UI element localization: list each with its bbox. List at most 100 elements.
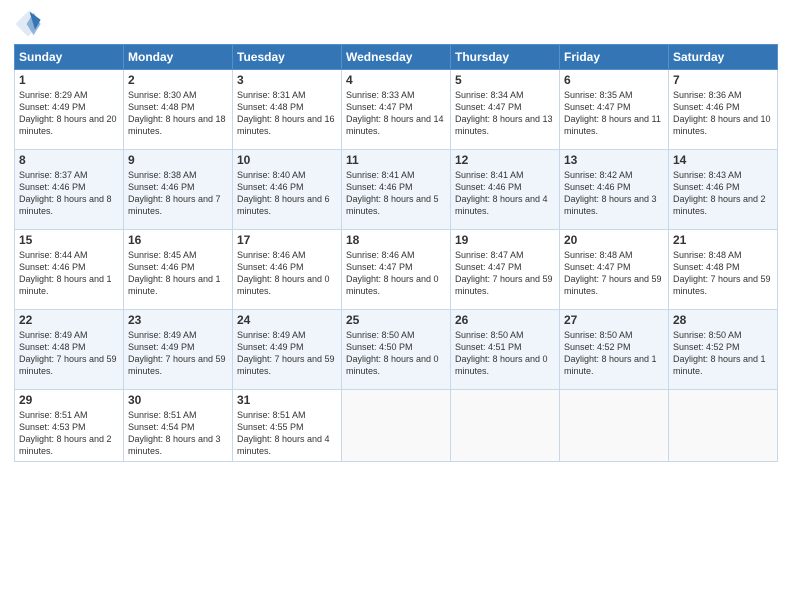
calendar-cell: 24 Sunrise: 8:49 AMSunset: 4:49 PMDayligh… [233, 310, 342, 390]
cell-info: Sunrise: 8:45 AMSunset: 4:46 PMDaylight:… [128, 249, 228, 298]
cell-info: Sunrise: 8:30 AMSunset: 4:48 PMDaylight:… [128, 89, 228, 138]
day-number: 17 [237, 233, 337, 247]
calendar-cell: 7 Sunrise: 8:36 AMSunset: 4:46 PMDaylight… [669, 70, 778, 150]
day-header-tuesday: Tuesday [233, 45, 342, 70]
calendar-cell: 23 Sunrise: 8:49 AMSunset: 4:49 PMDayligh… [124, 310, 233, 390]
calendar-cell [342, 390, 451, 462]
day-number: 12 [455, 153, 555, 167]
week-row-1: 1 Sunrise: 8:29 AMSunset: 4:49 PMDaylight… [15, 70, 778, 150]
day-header-row: SundayMondayTuesdayWednesdayThursdayFrid… [15, 45, 778, 70]
cell-info: Sunrise: 8:50 AMSunset: 4:51 PMDaylight:… [455, 329, 555, 378]
calendar-cell: 8Sunrise: 8:37 AMSunset: 4:46 PMDaylight… [15, 150, 124, 230]
week-row-2: 8Sunrise: 8:37 AMSunset: 4:46 PMDaylight… [15, 150, 778, 230]
day-number: 24 [237, 313, 337, 327]
calendar-cell: 22 Sunrise: 8:49 AMSunset: 4:48 PMDayligh… [15, 310, 124, 390]
calendar-cell: 26 Sunrise: 8:50 AMSunset: 4:51 PMDayligh… [451, 310, 560, 390]
calendar-cell: 4 Sunrise: 8:33 AMSunset: 4:47 PMDaylight… [342, 70, 451, 150]
day-number: 18 [346, 233, 446, 247]
cell-info: Sunrise: 8:50 AMSunset: 4:52 PMDaylight:… [673, 329, 773, 378]
day-number: 26 [455, 313, 555, 327]
day-number: 16 [128, 233, 228, 247]
cell-info: Sunrise: 8:51 AMSunset: 4:54 PMDaylight:… [128, 409, 228, 458]
cell-info: Sunrise: 8:42 AMSunset: 4:46 PMDaylight:… [564, 169, 664, 218]
header [14, 10, 778, 38]
week-row-4: 22 Sunrise: 8:49 AMSunset: 4:48 PMDayligh… [15, 310, 778, 390]
day-header-thursday: Thursday [451, 45, 560, 70]
day-header-saturday: Saturday [669, 45, 778, 70]
day-number: 5 [455, 73, 555, 87]
calendar-table: SundayMondayTuesdayWednesdayThursdayFrid… [14, 44, 778, 462]
day-number: 13 [564, 153, 664, 167]
calendar-cell: 29 Sunrise: 8:51 AMSunset: 4:53 PMDayligh… [15, 390, 124, 462]
day-header-monday: Monday [124, 45, 233, 70]
day-number: 25 [346, 313, 446, 327]
day-number: 2 [128, 73, 228, 87]
calendar-cell: 11 Sunrise: 8:41 AMSunset: 4:46 PMDayligh… [342, 150, 451, 230]
cell-info: Sunrise: 8:49 AMSunset: 4:49 PMDaylight:… [237, 329, 337, 378]
calendar-cell: 2 Sunrise: 8:30 AMSunset: 4:48 PMDaylight… [124, 70, 233, 150]
cell-info: Sunrise: 8:46 AMSunset: 4:46 PMDaylight:… [237, 249, 337, 298]
day-number: 31 [237, 393, 337, 407]
cell-info: Sunrise: 8:47 AMSunset: 4:47 PMDaylight:… [455, 249, 555, 298]
day-number: 30 [128, 393, 228, 407]
day-number: 6 [564, 73, 664, 87]
day-number: 4 [346, 73, 446, 87]
day-number: 28 [673, 313, 773, 327]
calendar-cell: 21 Sunrise: 8:48 AMSunset: 4:48 PMDayligh… [669, 230, 778, 310]
calendar-page: SundayMondayTuesdayWednesdayThursdayFrid… [0, 0, 792, 612]
cell-info: Sunrise: 8:33 AMSunset: 4:47 PMDaylight:… [346, 89, 446, 138]
calendar-cell: 1 Sunrise: 8:29 AMSunset: 4:49 PMDaylight… [15, 70, 124, 150]
calendar-cell: 17 Sunrise: 8:46 AMSunset: 4:46 PMDayligh… [233, 230, 342, 310]
calendar-cell: 3Sunrise: 8:31 AMSunset: 4:48 PMDaylight… [233, 70, 342, 150]
calendar-cell: 13 Sunrise: 8:42 AMSunset: 4:46 PMDayligh… [560, 150, 669, 230]
day-number: 29 [19, 393, 119, 407]
day-number: 10 [237, 153, 337, 167]
cell-info: Sunrise: 8:36 AMSunset: 4:46 PMDaylight:… [673, 89, 773, 138]
day-number: 7 [673, 73, 773, 87]
week-row-3: 15Sunrise: 8:44 AMSunset: 4:46 PMDayligh… [15, 230, 778, 310]
day-number: 23 [128, 313, 228, 327]
calendar-cell: 5 Sunrise: 8:34 AMSunset: 4:47 PMDaylight… [451, 70, 560, 150]
cell-info: Sunrise: 8:51 AMSunset: 4:55 PMDaylight:… [237, 409, 337, 458]
logo [14, 10, 46, 38]
cell-info: Sunrise: 8:51 AMSunset: 4:53 PMDaylight:… [19, 409, 119, 458]
day-header-sunday: Sunday [15, 45, 124, 70]
calendar-cell: 31 Sunrise: 8:51 AMSunset: 4:55 PMDayligh… [233, 390, 342, 462]
cell-info: Sunrise: 8:49 AMSunset: 4:48 PMDaylight:… [19, 329, 119, 378]
day-number: 14 [673, 153, 773, 167]
day-number: 27 [564, 313, 664, 327]
calendar-cell: 10 Sunrise: 8:40 AMSunset: 4:46 PMDayligh… [233, 150, 342, 230]
cell-info: Sunrise: 8:38 AMSunset: 4:46 PMDaylight:… [128, 169, 228, 218]
calendar-cell: 12Sunrise: 8:41 AMSunset: 4:46 PMDayligh… [451, 150, 560, 230]
cell-info: Sunrise: 8:48 AMSunset: 4:48 PMDaylight:… [673, 249, 773, 298]
cell-info: Sunrise: 8:40 AMSunset: 4:46 PMDaylight:… [237, 169, 337, 218]
cell-info: Sunrise: 8:31 AMSunset: 4:48 PMDaylight:… [237, 89, 337, 138]
day-number: 11 [346, 153, 446, 167]
calendar-cell: 18 Sunrise: 8:46 AMSunset: 4:47 PMDayligh… [342, 230, 451, 310]
cell-info: Sunrise: 8:35 AMSunset: 4:47 PMDaylight:… [564, 89, 664, 138]
calendar-cell: 15Sunrise: 8:44 AMSunset: 4:46 PMDayligh… [15, 230, 124, 310]
week-row-5: 29 Sunrise: 8:51 AMSunset: 4:53 PMDayligh… [15, 390, 778, 462]
cell-info: Sunrise: 8:48 AMSunset: 4:47 PMDaylight:… [564, 249, 664, 298]
cell-info: Sunrise: 8:46 AMSunset: 4:47 PMDaylight:… [346, 249, 446, 298]
calendar-cell: 14Sunrise: 8:43 AMSunset: 4:46 PMDayligh… [669, 150, 778, 230]
cell-info: Sunrise: 8:37 AMSunset: 4:46 PMDaylight:… [19, 169, 119, 218]
calendar-cell [451, 390, 560, 462]
cell-info: Sunrise: 8:50 AMSunset: 4:50 PMDaylight:… [346, 329, 446, 378]
cell-info: Sunrise: 8:29 AMSunset: 4:49 PMDaylight:… [19, 89, 119, 138]
calendar-cell: 19Sunrise: 8:47 AMSunset: 4:47 PMDayligh… [451, 230, 560, 310]
calendar-cell: 30 Sunrise: 8:51 AMSunset: 4:54 PMDayligh… [124, 390, 233, 462]
cell-info: Sunrise: 8:49 AMSunset: 4:49 PMDaylight:… [128, 329, 228, 378]
calendar-cell: 27Sunrise: 8:50 AMSunset: 4:52 PMDayligh… [560, 310, 669, 390]
day-number: 22 [19, 313, 119, 327]
day-number: 1 [19, 73, 119, 87]
calendar-cell [560, 390, 669, 462]
calendar-cell: 20 Sunrise: 8:48 AMSunset: 4:47 PMDayligh… [560, 230, 669, 310]
calendar-cell: 6 Sunrise: 8:35 AMSunset: 4:47 PMDaylight… [560, 70, 669, 150]
calendar-cell: 25 Sunrise: 8:50 AMSunset: 4:50 PMDayligh… [342, 310, 451, 390]
cell-info: Sunrise: 8:34 AMSunset: 4:47 PMDaylight:… [455, 89, 555, 138]
day-number: 21 [673, 233, 773, 247]
day-number: 20 [564, 233, 664, 247]
cell-info: Sunrise: 8:41 AMSunset: 4:46 PMDaylight:… [346, 169, 446, 218]
logo-icon [14, 10, 42, 38]
